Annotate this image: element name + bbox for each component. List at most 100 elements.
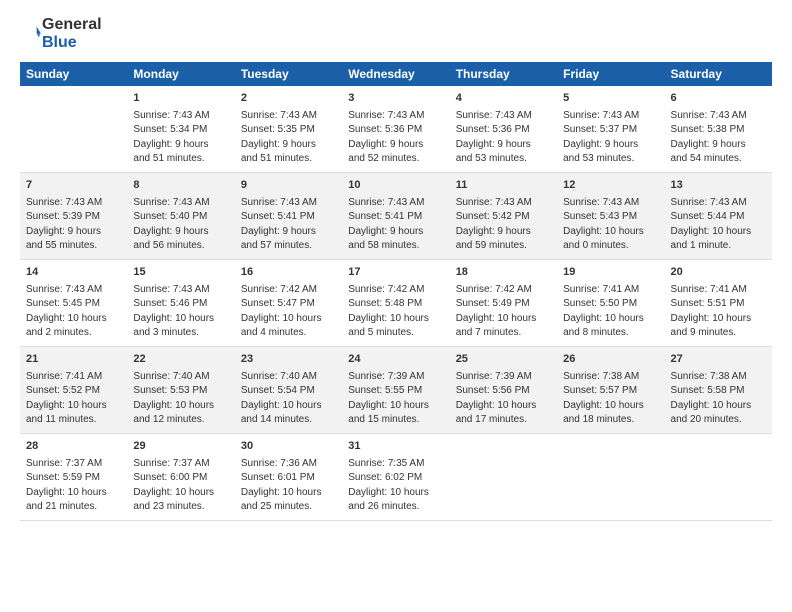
day-number: 5 (563, 91, 658, 107)
calendar-cell: 6Sunrise: 7:43 AMSunset: 5:38 PMDaylight… (665, 86, 772, 172)
day-info-line: and 56 minutes. (133, 239, 228, 254)
day-info-line: Daylight: 9 hours (241, 138, 336, 153)
day-info-line: Sunrise: 7:40 AM (241, 370, 336, 385)
weekday-header-friday: Friday (557, 62, 664, 86)
day-info-line: Daylight: 10 hours (133, 399, 228, 414)
calendar-cell: 11Sunrise: 7:43 AMSunset: 5:42 PMDayligh… (450, 172, 557, 259)
day-info-line: Sunrise: 7:43 AM (456, 109, 551, 124)
day-info-line: Sunrise: 7:43 AM (26, 196, 121, 211)
day-info-line: Sunrise: 7:43 AM (348, 196, 443, 211)
calendar-cell: 16 Sunrise: 7:42 AMSunset: 5:47 PMDayligh… (235, 259, 342, 346)
day-number: 7 (26, 178, 121, 194)
day-info-line: and 52 minutes. (348, 152, 443, 167)
day-number: 2 (241, 91, 336, 107)
day-info-line: Sunset: 5:57 PM (563, 384, 658, 399)
day-info-line: Daylight: 10 hours (456, 312, 551, 327)
day-number: 6 (671, 91, 766, 107)
calendar-header: SundayMondayTuesdayWednesdayThursdayFrid… (20, 62, 772, 86)
calendar-cell: 19Sunrise: 7:41 AMSunset: 5:50 PMDayligh… (557, 259, 664, 346)
day-info-line: Daylight: 9 hours (348, 225, 443, 240)
day-info-line: Daylight: 10 hours (241, 312, 336, 327)
day-info-line: Sunset: 5:50 PM (563, 297, 658, 312)
day-info-line: Daylight: 9 hours (348, 138, 443, 153)
day-info-line: Sunset: 5:54 PM (241, 384, 336, 399)
week-row-3: 14Sunrise: 7:43 AMSunset: 5:45 PMDayligh… (20, 259, 772, 346)
week-row-2: 7Sunrise: 7:43 AMSunset: 5:39 PMDaylight… (20, 172, 772, 259)
calendar-cell: 24Sunrise: 7:39 AMSunset: 5:55 PMDayligh… (342, 346, 449, 433)
day-info-line: Sunset: 5:44 PM (671, 210, 766, 225)
day-info-line: Sunrise: 7:38 AM (671, 370, 766, 385)
day-info-line: Daylight: 10 hours (348, 312, 443, 327)
day-number: 29 (133, 439, 228, 455)
header: General Blue (20, 16, 772, 52)
day-info-line: Sunrise: 7:43 AM (456, 196, 551, 211)
day-number: 16 (241, 265, 336, 281)
day-info-line: and 21 minutes. (26, 500, 121, 515)
day-number: 25 (456, 352, 551, 368)
day-info-line: and 5 minutes. (348, 326, 443, 341)
day-info-line: Daylight: 10 hours (241, 399, 336, 414)
day-number: 23 (241, 352, 336, 368)
calendar-cell: 23 Sunrise: 7:40 AMSunset: 5:54 PMDayligh… (235, 346, 342, 433)
day-number: 4 (456, 91, 551, 107)
day-info-line: Sunrise: 7:43 AM (563, 196, 658, 211)
day-info-line: Sunset: 5:42 PM (456, 210, 551, 225)
day-info-line: and 1 minute. (671, 239, 766, 254)
day-info-line: Sunset: 5:36 PM (456, 123, 551, 138)
calendar-cell: 26Sunrise: 7:38 AMSunset: 5:57 PMDayligh… (557, 346, 664, 433)
day-number: 21 (26, 352, 121, 368)
calendar-cell: 25 Sunrise: 7:39 AMSunset: 5:56 PMDayligh… (450, 346, 557, 433)
day-info-line: and 23 minutes. (133, 500, 228, 515)
day-info-line: Daylight: 10 hours (456, 399, 551, 414)
day-info-line: Sunset: 5:41 PM (348, 210, 443, 225)
day-info-line: Sunset: 5:34 PM (133, 123, 228, 138)
day-info-line: and 53 minutes. (456, 152, 551, 167)
day-info-line: and 9 minutes. (671, 326, 766, 341)
day-info-line: Sunset: 5:58 PM (671, 384, 766, 399)
calendar-cell (665, 433, 772, 520)
logo-icon (22, 24, 42, 44)
day-info-line: Sunset: 5:48 PM (348, 297, 443, 312)
logo: General Blue (20, 16, 102, 52)
calendar-cell: 9Sunrise: 7:43 AMSunset: 5:41 PMDaylight… (235, 172, 342, 259)
day-info-line: Sunset: 5:37 PM (563, 123, 658, 138)
day-number: 31 (348, 439, 443, 455)
day-info-line: and 18 minutes. (563, 413, 658, 428)
day-info-line: Sunset: 5:47 PM (241, 297, 336, 312)
day-info-line: Sunset: 5:38 PM (671, 123, 766, 138)
day-info-line: Daylight: 10 hours (26, 312, 121, 327)
day-info-line: Daylight: 10 hours (563, 312, 658, 327)
day-info-line: and 7 minutes. (456, 326, 551, 341)
calendar-cell: 12Sunrise: 7:43 AMSunset: 5:43 PMDayligh… (557, 172, 664, 259)
day-info-line: Daylight: 10 hours (133, 312, 228, 327)
day-info-line: and 51 minutes. (241, 152, 336, 167)
day-number: 10 (348, 178, 443, 194)
week-row-1: 1Sunrise: 7:43 AMSunset: 5:34 PMDaylight… (20, 86, 772, 172)
day-info-line: Sunrise: 7:42 AM (241, 283, 336, 298)
calendar-cell: 1Sunrise: 7:43 AMSunset: 5:34 PMDaylight… (127, 86, 234, 172)
calendar-cell: 7Sunrise: 7:43 AMSunset: 5:39 PMDaylight… (20, 172, 127, 259)
day-info-line: Daylight: 9 hours (26, 225, 121, 240)
day-info-line: and 11 minutes. (26, 413, 121, 428)
calendar-cell: 22Sunrise: 7:40 AMSunset: 5:53 PMDayligh… (127, 346, 234, 433)
day-info-line: Sunset: 5:53 PM (133, 384, 228, 399)
day-info-line: Sunrise: 7:41 AM (563, 283, 658, 298)
day-number: 13 (671, 178, 766, 194)
day-info-line: Sunrise: 7:36 AM (241, 457, 336, 472)
day-info-line: Sunset: 5:43 PM (563, 210, 658, 225)
day-info-line: Daylight: 10 hours (133, 486, 228, 501)
calendar-body: 1Sunrise: 7:43 AMSunset: 5:34 PMDaylight… (20, 86, 772, 520)
day-info-line: and 15 minutes. (348, 413, 443, 428)
day-number: 24 (348, 352, 443, 368)
day-info-line: Sunrise: 7:43 AM (133, 109, 228, 124)
page: General Blue SundayMondayTuesdayWednesda… (0, 0, 792, 612)
day-info-line: Sunset: 5:56 PM (456, 384, 551, 399)
day-info-line: and 17 minutes. (456, 413, 551, 428)
calendar-cell: 10 Sunrise: 7:43 AMSunset: 5:41 PMDayligh… (342, 172, 449, 259)
day-number: 14 (26, 265, 121, 281)
day-info-line: Sunset: 5:40 PM (133, 210, 228, 225)
day-info-line: Daylight: 10 hours (671, 225, 766, 240)
day-info-line: Sunset: 5:51 PM (671, 297, 766, 312)
day-info-line: and 12 minutes. (133, 413, 228, 428)
day-info-line: Sunrise: 7:39 AM (456, 370, 551, 385)
